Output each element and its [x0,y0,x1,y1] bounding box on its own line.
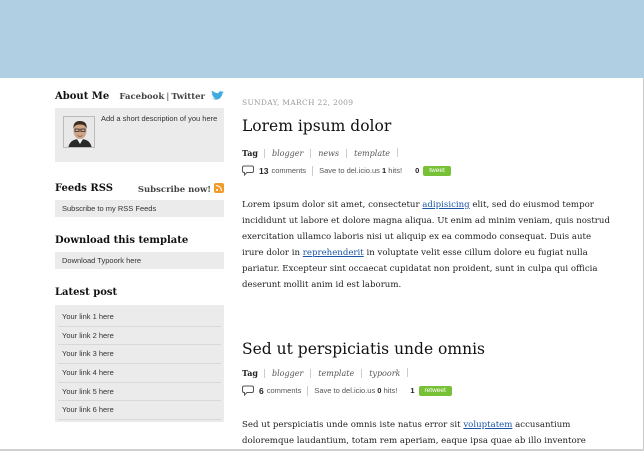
twitter-link[interactable]: Twitter [171,92,205,102]
post-date: SUNDAY, MARCH 22, 2009 [242,98,354,107]
tag-label: Tag [242,148,258,158]
post-tags: Tag blogger template typoork [242,368,409,378]
tag-divider [397,148,399,157]
tag-link[interactable]: blogger [263,369,311,378]
hits-count: 1 [382,166,387,175]
tag-link[interactable]: template [310,369,362,378]
about-me-title: About Me [55,91,110,102]
tweet-button[interactable]: tweet [423,165,451,176]
latest-link-6[interactable]: Your link 6 here [58,401,221,421]
social-links: Facebook | Twitter [119,91,224,102]
body-text: Lorem ipsum dolor sit amet, consectetur [242,200,423,210]
feeds-rss-section: Feeds RSS Subscribe now! Subscribe to my… [55,180,224,217]
meta-separator [312,165,314,176]
download-header: Download this template [55,232,224,250]
post-title[interactable]: Lorem ipsum dolor [242,117,391,135]
tweet-count: 0 [415,166,420,175]
download-section: Download this template Download Typoork … [55,232,224,269]
hits-label: hits! [383,386,398,395]
facebook-link[interactable]: Facebook [119,92,164,102]
post-title[interactable]: Sed ut perspiciatis unde omnis [242,340,485,358]
header-banner [0,0,644,78]
comments-label[interactable]: comments [271,166,306,175]
meta-separator [307,385,309,396]
post-meta: 6 comments Save to del.icio.us 0 hits! 1… [242,385,452,396]
download-link[interactable]: Download Typoork here [55,252,224,269]
subscribe-now-label[interactable]: Subscribe now! [138,185,211,195]
latest-link-1[interactable]: Your link 1 here [58,308,221,327]
avatar-portrait-icon [64,117,94,147]
post-body: Sed ut perspiciatis unde omnis iste natu… [242,418,614,450]
comments-label[interactable]: comments [267,386,302,395]
tweet-count: 1 [410,386,415,395]
tag-link[interactable]: template [346,149,398,158]
post-tags: Tag blogger news template [242,148,399,158]
latest-link-3[interactable]: Your link 3 here [58,345,221,365]
latest-post-section: Latest post Your link 1 here Your link 2… [55,284,224,423]
tag-label: Tag [242,368,258,378]
sidebar: About Me Facebook | Twitter Add a short de… [55,88,224,423]
body-link-voluptatem[interactable]: voluptatem [463,420,512,430]
comment-count[interactable]: 6 [259,386,264,396]
hits-count: 0 [377,386,382,395]
delicious-save-link[interactable]: Save to del.icio.us [319,166,380,175]
tag-link[interactable]: blogger [263,149,311,158]
feeds-header: Feeds RSS Subscribe now! [55,180,224,198]
subscribe-now[interactable]: Subscribe now! [138,183,224,195]
comment-bubble-icon[interactable] [242,385,254,396]
post-meta: 13 comments Save to del.icio.us 1 hits! … [242,165,451,176]
body-link-adipisicing[interactable]: adipisicing [422,200,469,210]
subscribe-feed-link[interactable]: Subscribe to my RSS Feeds [55,200,224,217]
latest-list: Your link 1 here Your link 2 here Your l… [55,305,224,423]
tag-link[interactable]: typoork [361,369,408,378]
latest-link-4[interactable]: Your link 4 here [58,364,221,383]
about-description: Add a short description of you here [101,114,218,123]
about-me-box: Add a short description of you here [55,108,224,162]
latest-link-2[interactable]: Your link 2 here [58,327,221,346]
tag-divider [407,368,409,377]
latest-header: Latest post [55,284,224,302]
feeds-title: Feeds RSS [55,183,113,194]
comment-bubble-icon[interactable] [242,165,254,176]
avatar [63,116,95,148]
about-me-header: About Me Facebook | Twitter [55,88,224,106]
post-body: Lorem ipsum dolor sit amet, consectetur … [242,198,614,293]
download-title: Download this template [55,235,189,246]
body-link-reprehenderit[interactable]: reprehenderit [303,248,364,258]
latest-title: Latest post [55,287,118,298]
rss-icon[interactable] [214,183,224,193]
hits-label: hits! [388,166,403,175]
tag-link[interactable]: news [310,149,347,158]
twitter-bird-icon[interactable] [210,91,224,102]
retweet-button[interactable]: retweet [418,385,452,396]
comment-count[interactable]: 13 [259,166,268,176]
latest-link-5[interactable]: Your link 5 here [58,383,221,402]
body-text: Sed ut perspiciatis unde omnis iste natu… [242,420,464,430]
delicious-save-link[interactable]: Save to del.icio.us [314,386,375,395]
